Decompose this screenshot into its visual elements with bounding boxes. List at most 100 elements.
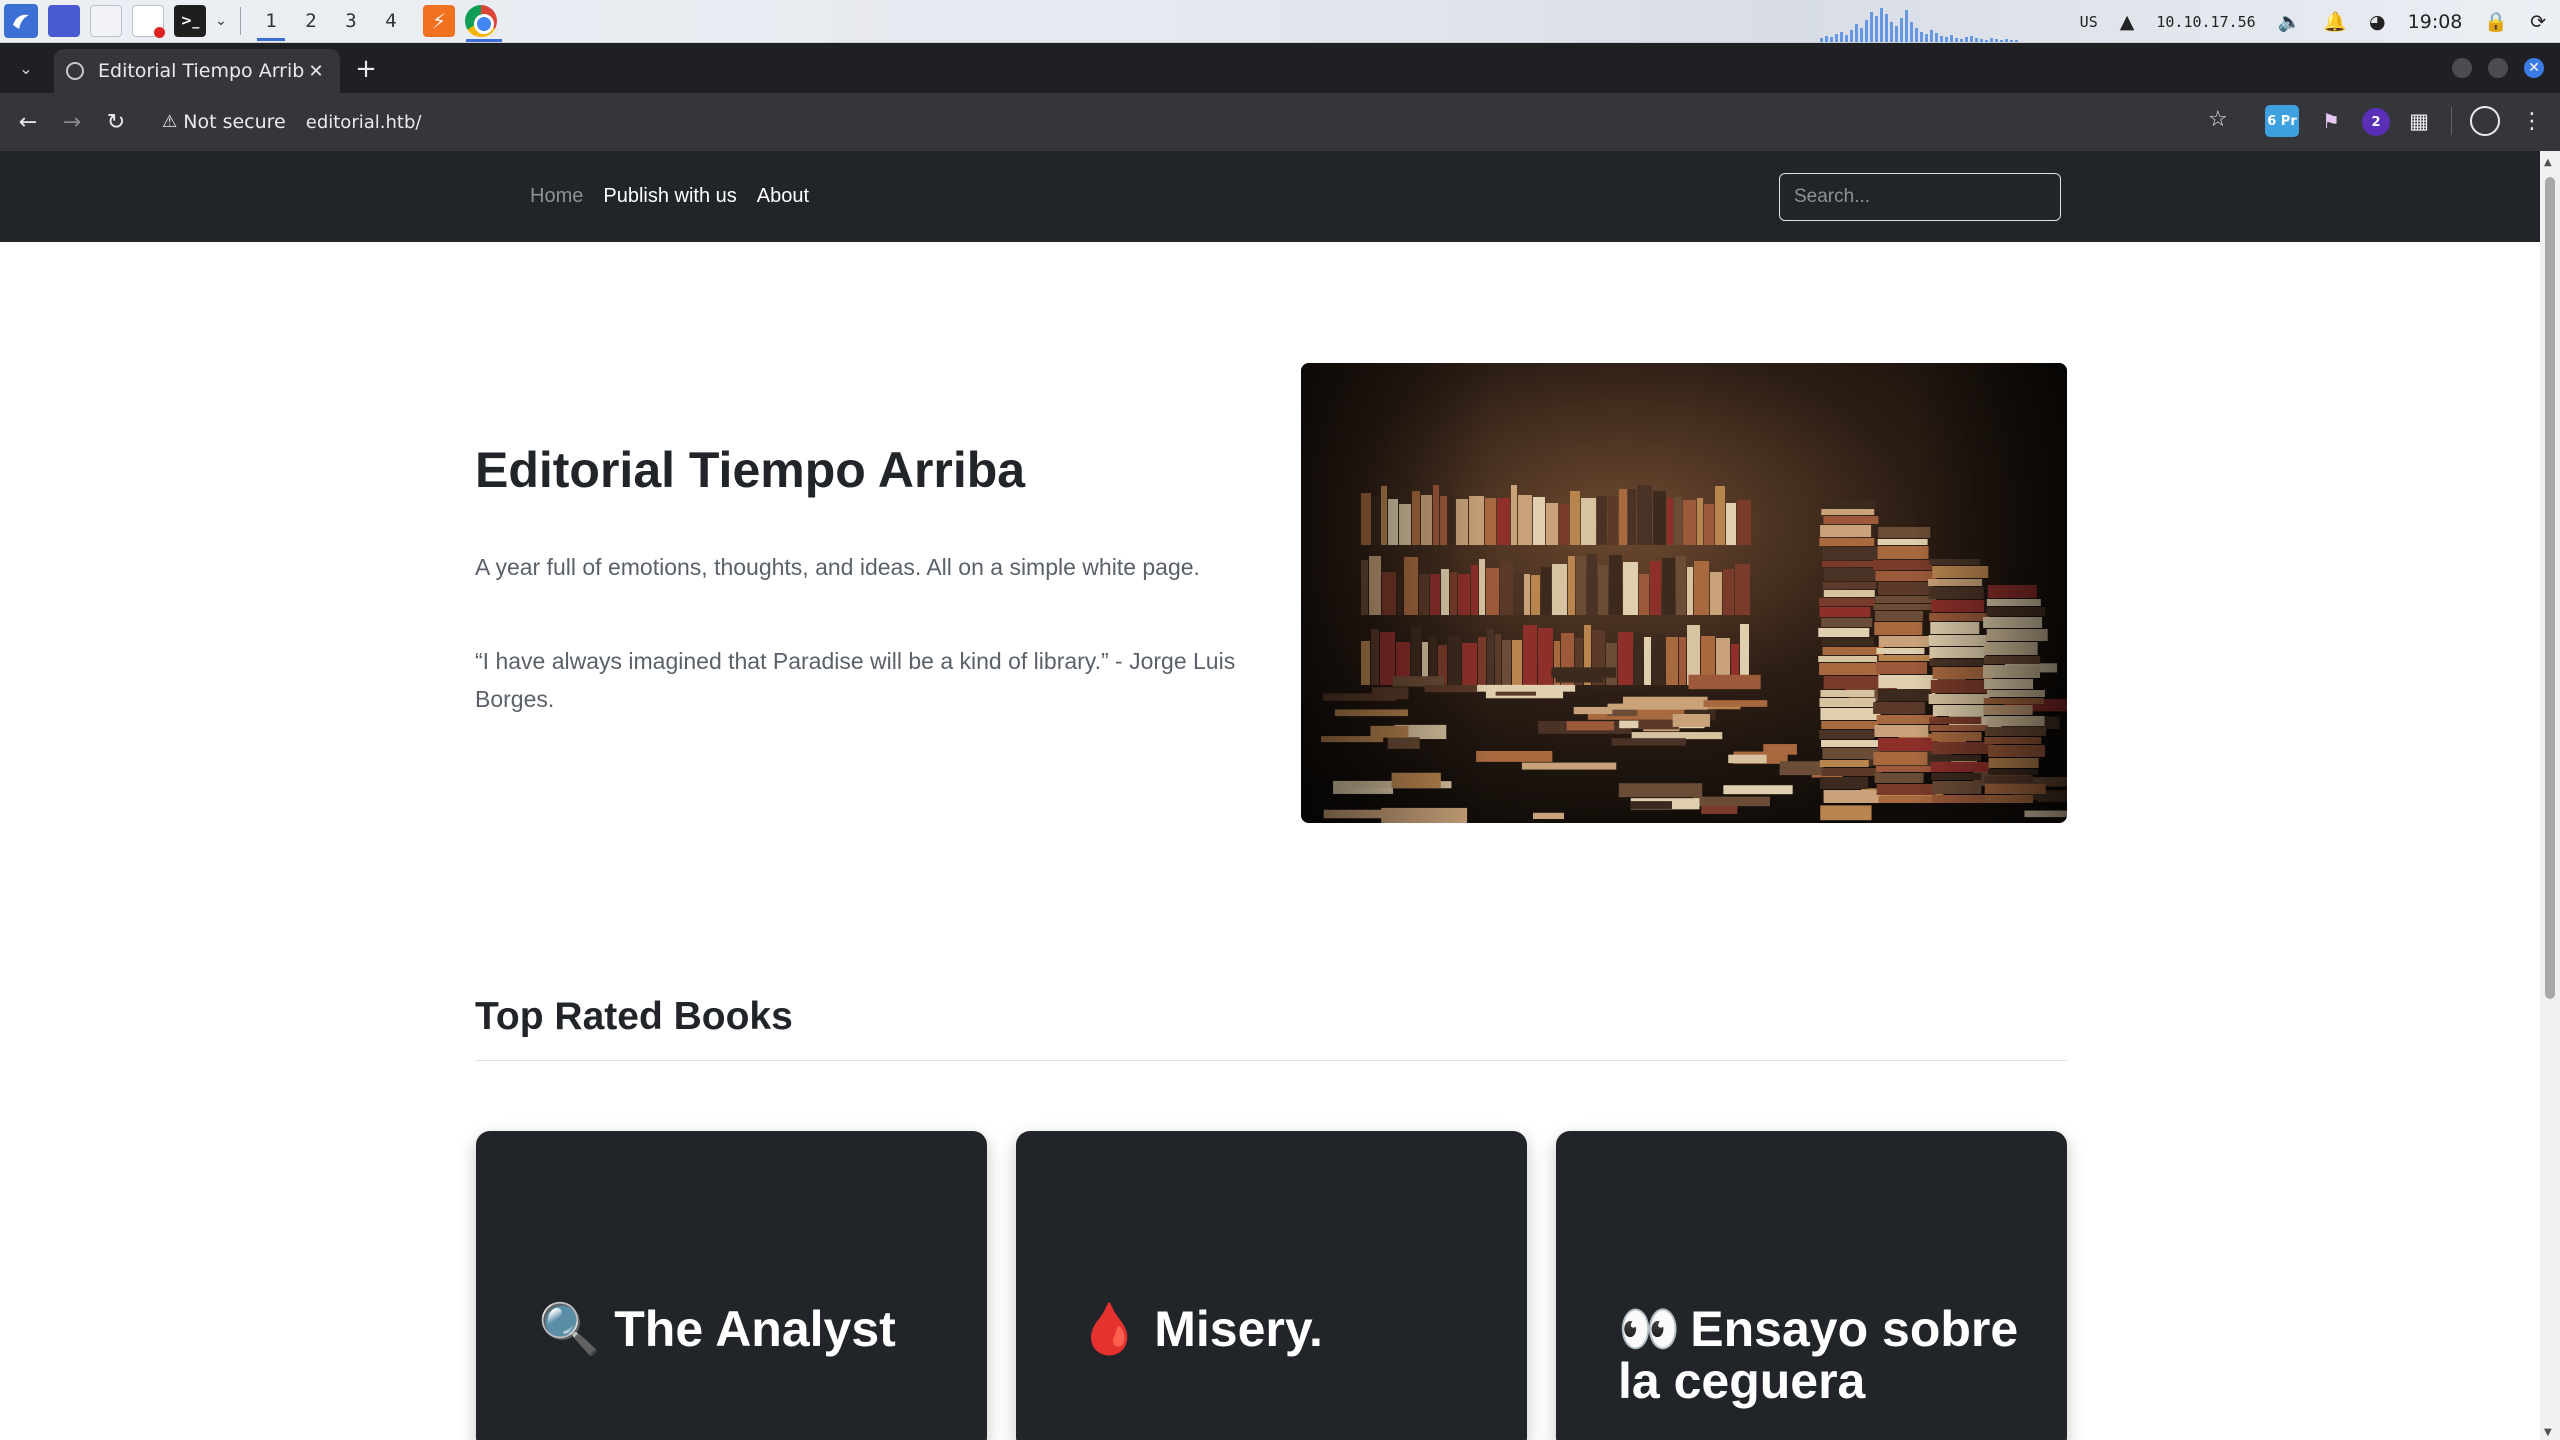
network-graph-bar [1955, 38, 1958, 42]
nav-about-link[interactable]: About [757, 185, 809, 208]
tab-list-chevron-icon[interactable]: ⌄ [10, 53, 42, 83]
page-title: Editorial Tiempo Arriba [475, 442, 1026, 498]
window-close-button[interactable]: ✕ [2524, 58, 2544, 78]
network-graph-bar [1880, 8, 1883, 42]
app-launcher-icon[interactable] [4, 4, 38, 38]
file-manager-icon[interactable] [90, 5, 122, 37]
nav-links: Home Publish with us About [530, 151, 809, 242]
terminal-icon[interactable]: >_ [174, 5, 206, 37]
network-graph-bar [1950, 35, 1953, 42]
workspace-4[interactable]: 4 [371, 0, 411, 43]
site-navbar: Home Publish with us About [0, 151, 2540, 242]
network-graph-bar [1910, 22, 1913, 42]
clock-icon: ◕ [2369, 10, 2386, 33]
workspace-label: 4 [385, 10, 397, 32]
arrow-left-icon[interactable]: ← [6, 100, 50, 144]
book-card-ensayo-sobre-la-ceguera[interactable]: 👀 Ensayo sobre la ceguera [1556, 1131, 2067, 1440]
page-scrollbar[interactable]: ▲ ▼ [2540, 151, 2560, 1440]
network-graph-bar [1835, 34, 1838, 42]
workspace-label: 1 [265, 10, 277, 32]
star-icon[interactable]: ☆ [2208, 107, 2228, 132]
arrow-right-icon[interactable]: → [50, 100, 94, 144]
lock-icon[interactable]: 🔒 [2484, 10, 2508, 33]
keyboard-layout[interactable]: US [2080, 13, 2098, 31]
network-graph-bar [1975, 38, 1978, 42]
workspace-3[interactable]: 3 [331, 0, 371, 43]
network-graph-bar [1830, 37, 1833, 42]
network-graph-bar [1855, 24, 1858, 42]
network-graph-bar [1985, 40, 1988, 42]
section-divider [475, 1060, 2067, 1061]
close-icon[interactable]: ✕ [304, 61, 328, 82]
network-graph-bar [1965, 37, 1968, 42]
burp-suite-icon[interactable]: ⚡ [423, 5, 455, 37]
network-graph-bar [1820, 38, 1823, 42]
book-title: The Analyst [614, 1301, 896, 1357]
chrome-icon[interactable] [465, 5, 497, 37]
extension-flag-icon[interactable]: ⚑ [2314, 105, 2348, 137]
network-graph-bar [1995, 39, 1998, 42]
warning-triangle-icon[interactable]: ⚠ [162, 112, 177, 132]
book-card-title: 👀 Ensayo sobre la ceguera [1618, 1303, 2038, 1407]
book-card-misery[interactable]: 🩸 Misery. [1016, 1131, 1527, 1440]
window-maximize-button[interactable] [2488, 58, 2508, 78]
taskbar-left-group: >_ ⌄ 1 2 3 4 ⚡ [0, 0, 497, 42]
chevron-down-icon[interactable]: ⌄ [212, 13, 230, 29]
network-graph-bar [1960, 39, 1963, 42]
os-taskbar: >_ ⌄ 1 2 3 4 ⚡ US ▲ 10.10.17.56 🔈 🔔 ◕ 19… [0, 0, 2560, 43]
book-card-the-analyst[interactable]: 🔍 The Analyst [476, 1131, 987, 1440]
network-graph-bar [2000, 40, 2003, 42]
puzzle-icon[interactable]: ▦ [2402, 105, 2436, 137]
network-graph-bar [1875, 16, 1878, 42]
network-graph-bar [1840, 32, 1843, 42]
extension-badge-icon[interactable]: 6 Pr [2265, 105, 2299, 137]
security-label[interactable]: Not secure [183, 111, 286, 133]
power-icon[interactable]: ⟳ [2530, 11, 2546, 33]
ip-address: 10.10.17.56 [2156, 12, 2256, 31]
scroll-up-arrow-icon[interactable]: ▲ [2544, 157, 2552, 168]
nav-home-link[interactable]: Home [530, 185, 583, 208]
blood-drop-icon: 🩸 [1078, 1301, 1141, 1357]
window-minimize-button[interactable] [2452, 58, 2472, 78]
system-tray: US ▲ 10.10.17.56 🔈 🔔 ◕ 19:08 🔒 ⟳ [2080, 0, 2560, 43]
new-tab-plus-icon[interactable]: + [350, 53, 382, 85]
book-card-title: 🔍 The Analyst [538, 1303, 958, 1355]
reload-icon[interactable]: ↻ [94, 100, 138, 144]
url-text[interactable]: editorial.htb/ [306, 112, 422, 133]
network-graph-bar [1945, 37, 1948, 42]
workspace-2[interactable]: 2 [291, 0, 331, 43]
browser-tab-strip: ⌄ Editorial Tiempo Arriba ✕ + ✕ [0, 43, 2560, 93]
book-card-title: 🩸 Misery. [1078, 1303, 1498, 1355]
network-graph-bar [1940, 36, 1943, 42]
network-graph-bar [1915, 28, 1918, 42]
network-graph-bar [1845, 35, 1848, 42]
volume-icon[interactable]: 🔈 [2278, 10, 2302, 33]
browser-tab-active[interactable]: Editorial Tiempo Arriba ✕ [54, 49, 340, 93]
profile-icon[interactable] [2470, 106, 2500, 136]
vpn-icon[interactable]: ▲ [2120, 11, 2135, 33]
network-graph-bar [1930, 30, 1933, 42]
network-graph-bar [1925, 34, 1928, 42]
extension-counter-icon[interactable]: 2 [2362, 108, 2390, 136]
network-graph-bar [1885, 14, 1888, 42]
search-input[interactable] [1779, 173, 2061, 221]
address-bar[interactable]: ⚠ Not secure editorial.htb/ [150, 100, 2230, 144]
browser-toolbar: ← → ↻ ⚠ Not secure editorial.htb/ ☆ 6 Pr… [0, 93, 2560, 151]
toolbar-separator [2451, 107, 2452, 135]
hero-lead-text: A year full of emotions, thoughts, and i… [475, 554, 1200, 580]
show-desktop-icon[interactable] [48, 5, 80, 37]
network-graph-bar [1895, 26, 1898, 42]
nav-publish-link[interactable]: Publish with us [603, 185, 736, 208]
workspace-1[interactable]: 1 [251, 0, 291, 43]
scrollbar-thumb[interactable] [2545, 177, 2555, 999]
scroll-down-arrow-icon[interactable]: ▼ [2544, 1427, 2552, 1438]
page-viewport: Home Publish with us About Editorial Tie… [0, 151, 2540, 1440]
network-graph-bar [1990, 38, 1993, 42]
network-graph-bar [1980, 39, 1983, 42]
network-graph-bar [1905, 10, 1908, 42]
clock[interactable]: 19:08 [2408, 11, 2463, 33]
kebab-menu-icon[interactable]: ⋮ [2518, 103, 2546, 139]
notification-bell-icon[interactable]: 🔔 [2323, 10, 2347, 33]
taskbar-separator [240, 7, 241, 35]
text-editor-icon[interactable] [132, 5, 165, 38]
